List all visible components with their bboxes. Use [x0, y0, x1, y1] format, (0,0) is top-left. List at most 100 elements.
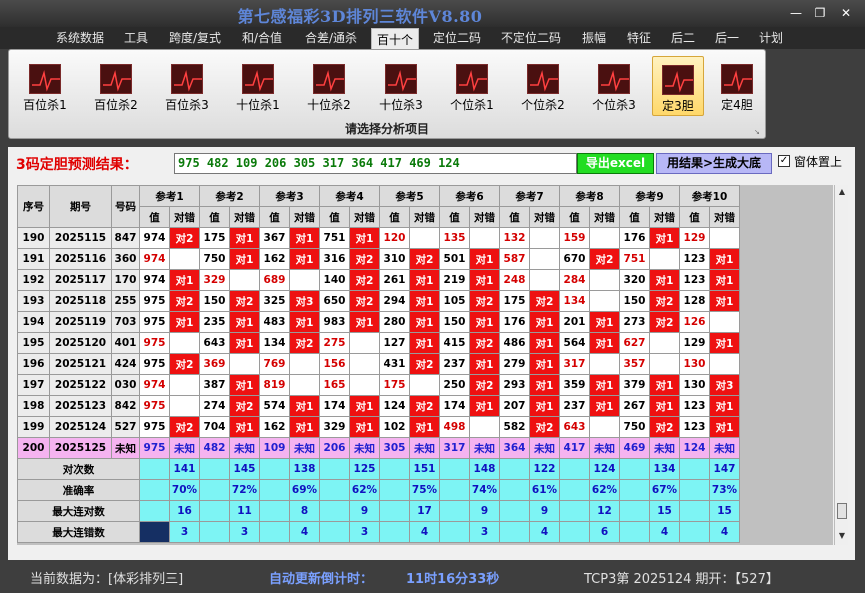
cell-mark	[469, 416, 500, 438]
row-period: 2025123	[49, 395, 112, 417]
ribbon-button-5[interactable]: 十位杀3	[372, 56, 430, 116]
cell-value: 975	[139, 395, 170, 417]
col-header-code[interactable]: 号码	[111, 185, 140, 228]
cell-mark	[589, 227, 620, 249]
data-grid[interactable]: 序号 期号 号码 参考1 参考2 参考3 参考4 参考5 参考6 参考7 参考8 参考9 参考10 值对错…	[17, 185, 833, 545]
ribbon-button-10[interactable]: 定4胆	[711, 56, 763, 116]
table-row[interactable]: 199 2025124 527 975 对2 704 对1 162 对1 329 对1 102 对1 49…	[17, 416, 740, 438]
menu-2[interactable]: 跨度/复式	[161, 27, 229, 49]
cell-value: 320	[619, 269, 650, 291]
ribbon-caption: 请选择分析项目	[344, 122, 429, 136]
stat-value: 9	[529, 500, 560, 522]
stat-empty-cell	[259, 458, 290, 480]
cell-value: 207	[499, 395, 530, 417]
sub-header-mark: 对错	[709, 206, 740, 228]
ribbon-button-7[interactable]: 个位杀2	[514, 56, 572, 116]
pred-seq: 200	[17, 437, 50, 459]
export-excel-button[interactable]: 导出excel	[577, 153, 654, 174]
cell-mark: 对2	[229, 290, 260, 312]
col-header-period[interactable]: 期号	[49, 185, 112, 228]
result-field[interactable]: 975 482 109 206 305 317 364 417 469 124	[174, 153, 577, 174]
analysis-panel: 3码定胆预测结果： 975 482 109 206 305 317 364 41…	[8, 147, 855, 560]
stat-value: 72%	[229, 479, 260, 501]
sub-header-mark: 对错	[169, 206, 200, 228]
stat-value: 9	[349, 500, 380, 522]
table-row[interactable]: 195 2025120 401 975 643 对1 134 对2 275 127 对1 415 对2 4…	[17, 332, 740, 354]
ribbon-button-9[interactable]: 定3胆	[652, 56, 704, 116]
table-row[interactable]: 194 2025119 703 975 对1 235 对1 483 对1 983 对1 280 对1 15…	[17, 311, 740, 333]
cell-value: 974	[139, 248, 170, 270]
close-icon[interactable]: ✕	[836, 5, 856, 21]
menu-4[interactable]: 合差/通杀	[297, 27, 365, 49]
scroll-thumb[interactable]	[837, 503, 847, 519]
maximize-icon[interactable]: ❐	[810, 5, 830, 21]
stat-empty-cell	[319, 479, 350, 501]
table-row[interactable]: 198 2025123 842 975 274 对2 574 对1 174 对1 124 对2 174 对…	[17, 395, 740, 417]
menu-9[interactable]: 特征	[620, 27, 658, 49]
row-code: 030	[111, 374, 140, 396]
cell-mark: 对1	[709, 290, 740, 312]
cell-mark	[169, 395, 200, 417]
cell-mark: 对1	[709, 248, 740, 270]
cell-value: 483	[259, 311, 290, 333]
ribbon-button-4[interactable]: 十位杀2	[300, 56, 358, 116]
cell-mark: 对2	[169, 290, 200, 312]
menu-6[interactable]: 定位二码	[427, 27, 487, 49]
col-header-ref[interactable]: 参考4	[319, 185, 380, 207]
menu-11[interactable]: 后一	[708, 27, 746, 49]
stay-on-top-checkbox[interactable]: ✓	[778, 155, 790, 167]
col-header-ref[interactable]: 参考5	[379, 185, 440, 207]
stat-empty-cell	[139, 479, 170, 501]
ribbon-button-8[interactable]: 个位杀3	[585, 56, 643, 116]
stat-value: 15	[649, 500, 680, 522]
cell-mark: 对1	[649, 269, 680, 291]
cell-mark: 对2	[349, 269, 380, 291]
table-row[interactable]: 196 2025121 424 975 对2 369 769 156 431 对2 237 对1 279…	[17, 353, 740, 375]
table-row[interactable]: 193 2025118 255 975 对2 150 对2 325 对3 650 对2 294 对1 10…	[17, 290, 740, 312]
ribbon-button-1[interactable]: 百位杀2	[87, 56, 145, 116]
cell-value: 140	[319, 269, 350, 291]
table-row[interactable]: 190 2025115 847 974 对2 175 对1 367 对1 751 对1 120 135 1…	[17, 227, 740, 249]
col-header-seq[interactable]: 序号	[17, 185, 50, 228]
row-seq: 199	[17, 416, 50, 438]
col-header-ref[interactable]: 参考3	[259, 185, 320, 207]
chart-icon	[721, 64, 753, 94]
col-header-ref[interactable]: 参考8	[559, 185, 620, 207]
scroll-up-icon[interactable]: ▲	[836, 185, 848, 199]
scroll-down-icon[interactable]: ▼	[836, 529, 848, 543]
cell-mark: 对1	[349, 395, 380, 417]
ribbon-launcher-icon[interactable]: ↘	[754, 128, 762, 136]
table-row[interactable]: 191 2025116 360 974 750 对1 162 对1 316 对2 310 对2 501 对…	[17, 248, 740, 270]
menu-0[interactable]: 系统数据	[48, 27, 112, 49]
generate-base-button[interactable]: 用结果>生成大底	[656, 153, 772, 174]
row-period: 2025118	[49, 290, 112, 312]
minimize-icon[interactable]: —	[786, 5, 806, 21]
cell-value: 486	[499, 332, 530, 354]
ribbon-button-3[interactable]: 十位杀1	[229, 56, 287, 116]
col-header-ref[interactable]: 参考7	[499, 185, 560, 207]
pred-value: 417	[559, 437, 590, 459]
ribbon-button-label: 百位杀1	[23, 98, 67, 112]
menu-5[interactable]: 百十个	[371, 28, 419, 50]
menu-3[interactable]: 和/合值	[236, 27, 288, 49]
menu-8[interactable]: 振幅	[575, 27, 613, 49]
table-row[interactable]: 197 2025122 030 974 387 对1 819 165 175 250 对2 293 对1…	[17, 374, 740, 396]
menu-12[interactable]: 计划	[752, 27, 790, 49]
col-header-ref[interactable]: 参考1	[139, 185, 200, 207]
cell-mark: 对1	[349, 416, 380, 438]
menu-1[interactable]: 工具	[117, 27, 155, 49]
ribbon-button-2[interactable]: 百位杀3	[158, 56, 216, 116]
ribbon-button-0[interactable]: 百位杀1	[16, 56, 74, 116]
stat-empty-cell	[439, 500, 470, 522]
cell-value: 132	[499, 227, 530, 249]
table-row[interactable]: 192 2025117 170 974 对1 329 689 140 对2 261 对1 219 对1 2…	[17, 269, 740, 291]
vertical-scrollbar[interactable]: ▲ ▼	[834, 185, 848, 545]
col-header-ref[interactable]: 参考10	[679, 185, 740, 207]
menu-10[interactable]: 后二	[664, 27, 702, 49]
ribbon-button-6[interactable]: 个位杀1	[443, 56, 501, 116]
menu-7[interactable]: 不定位二码	[494, 27, 568, 49]
col-header-ref[interactable]: 参考9	[619, 185, 680, 207]
col-header-ref[interactable]: 参考2	[199, 185, 260, 207]
prediction-row[interactable]: 200 2025125 未知 975 未知 482 未知 109 未知 206 未知 305 未知 317…	[17, 437, 740, 459]
col-header-ref[interactable]: 参考6	[439, 185, 500, 207]
